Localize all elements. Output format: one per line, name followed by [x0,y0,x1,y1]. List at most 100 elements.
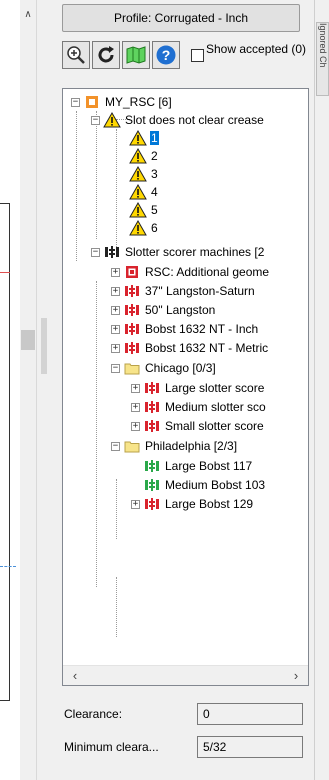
tree-node-label: 3 [151,167,158,181]
tree-node-label: Small slotter score [165,419,264,433]
additional-geometry-icon [123,264,141,280]
tree-node-machine[interactable]: + Medium slotter sco [131,398,267,416]
tree-guide-line [96,281,97,587]
profile-button[interactable]: Profile: Corrugated - Inch [62,4,300,32]
tree-node-machine[interactable]: + Bobst 1632 NT - Metric [111,339,269,357]
expand-icon[interactable]: + [111,305,120,315]
slotter-scorer-icon [103,244,121,260]
help-icon: ? [156,45,176,65]
expand-icon[interactable]: + [131,383,140,393]
machine-green-icon [143,458,161,474]
tree-node-label: Slotter scorer machines [2 [125,245,265,259]
expand-icon[interactable]: + [111,343,120,353]
tree-node-slot-item[interactable]: 3 [129,165,159,183]
folder-icon [123,360,141,376]
zoom-in-button[interactable] [62,41,90,69]
tree-node-label: Philadelphia [2/3] [145,439,238,453]
tree-node-slot-item[interactable]: 2 [129,147,159,165]
scroll-left-icon[interactable]: ‹ [65,666,85,685]
warning-icon [129,220,147,236]
tree-node-label: Large slotter score [165,381,265,395]
tree-node-machine[interactable]: Medium Bobst 103 [143,476,266,494]
map-icon [126,46,146,64]
tree-node-label: 4 [151,185,158,199]
clearance-field[interactable]: 0 [197,703,303,725]
collapse-icon[interactable]: − [91,115,100,125]
refresh-button[interactable] [92,41,120,69]
tree-node-root[interactable]: − MY_RSC [6] [71,93,173,111]
min-clearance-label: Minimum cleara... [64,740,159,754]
min-clearance-field[interactable]: 5/32 [197,736,303,758]
collapse-icon[interactable]: − [111,441,120,451]
tree-node-label: 1 [150,131,159,145]
machine-red-icon [143,380,161,396]
tree-node-label: Large Bobst 129 [165,497,254,511]
scroll-right-icon[interactable]: › [286,666,306,685]
tree-node-label: Medium slotter sco [165,400,266,414]
tree-node-philadelphia[interactable]: − Philadelphia [2/3] [111,437,238,455]
tree-node-label: Chicago [0/3] [145,361,216,375]
tree-node-label: Bobst 1632 NT - Metric [145,341,269,355]
expand-icon[interactable]: + [131,499,140,509]
zoom-in-icon [67,46,85,64]
tree-node-machine[interactable]: + Small slotter score [131,417,265,435]
machine-red-icon [143,496,161,512]
help-button[interactable]: ? [152,41,180,69]
machine-red-icon [123,321,141,337]
canvas-vertical-scrollbar[interactable]: ∧ [20,0,36,780]
tree-node-machine[interactable]: + 37" Langston-Saturn [111,282,256,300]
tree-node-machine[interactable]: + RSC: Additional geome [111,263,270,281]
tree-node-machine[interactable]: + Large Bobst 129 [131,495,254,513]
tree-node-machines-group[interactable]: − Slotter scorer machines [2 [91,243,265,261]
collapse-icon[interactable]: − [91,247,100,257]
tree-node-slot-item[interactable]: 1 [129,129,159,147]
expand-icon[interactable]: + [131,421,140,431]
tree-node-label: MY_RSC [6] [105,95,172,109]
machine-red-icon [123,302,141,318]
tree-node-machine[interactable]: + Bobst 1632 NT - Inch [111,320,259,338]
clearance-label: Clearance: [64,707,123,721]
expand-icon[interactable]: + [131,402,140,412]
show-accepted-label[interactable]: Show accepted (0) [206,42,312,56]
tree-node-slot-item[interactable]: 6 [129,219,159,237]
tree-node-label: Slot does not clear crease [125,113,264,127]
warning-icon [129,166,147,182]
warning-icon [129,202,147,218]
expand-icon[interactable]: + [111,286,120,296]
expand-icon[interactable]: + [111,324,120,334]
tree-node-chicago[interactable]: − Chicago [0/3] [111,359,217,377]
tree-node-slot-item[interactable]: 4 [129,183,159,201]
rsc-box-icon [83,94,101,110]
machine-green-icon [143,477,161,493]
warning-icon [129,148,147,164]
warning-icon [103,112,121,128]
scrollbar-thumb[interactable] [21,330,35,350]
machine-red-icon [143,418,161,434]
tree-horizontal-scrollbar[interactable]: ‹ › [63,665,308,685]
issues-tree[interactable]: − MY_RSC [6] − Slot does not clear creas… [62,88,309,686]
drawing-canvas[interactable]: ∧ [0,0,36,780]
tree-guide-line [116,129,117,247]
collapse-icon[interactable]: − [71,97,80,107]
tree-node-machine[interactable]: Large Bobst 117 [143,457,253,475]
side-tab-ignored[interactable]: Ignored Ch [316,22,329,96]
tree-node-slot-item[interactable]: 5 [129,201,159,219]
show-accepted-checkbox[interactable] [191,49,204,62]
warning-icon [129,184,147,200]
tree-guide-line [76,111,77,261]
tree-guide-line [116,577,117,637]
tree-node-machine[interactable]: + Large slotter score [131,379,265,397]
tree-node-label: 6 [151,221,158,235]
svg-text:?: ? [162,47,171,63]
refresh-icon [98,46,114,63]
tree-node-slot-group[interactable]: − Slot does not clear crease [91,111,265,129]
scroll-up-arrow-icon[interactable]: ∧ [20,8,36,22]
splitter-handle[interactable] [41,318,47,374]
map-button[interactable] [122,41,150,69]
collapse-icon[interactable]: − [111,363,120,373]
tree-node-label: 37" Langston-Saturn [145,284,255,298]
tree-node-label: Medium Bobst 103 [165,478,266,492]
tree-node-machine[interactable]: + 50" Langston [111,301,216,319]
expand-icon[interactable]: + [111,267,120,277]
panel-splitter[interactable] [36,0,50,780]
